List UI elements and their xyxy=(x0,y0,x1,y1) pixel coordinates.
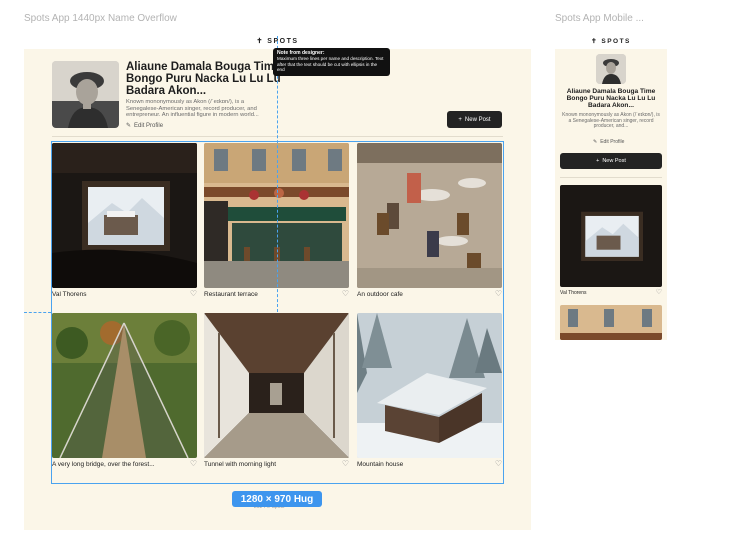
plus-icon: + xyxy=(596,158,600,164)
profile-bio: Known mononymously as Akon (/ˈeɪkɒn/), i… xyxy=(126,99,259,119)
pencil-icon: ✎ xyxy=(126,123,132,129)
card-caption: A very long bridge, over the forest... xyxy=(52,461,155,468)
card-caption: Val Thorens xyxy=(560,290,587,296)
cafe-icon[interactable] xyxy=(357,143,502,288)
card[interactable]: An outdoor cafe ♡ xyxy=(357,143,502,303)
storefront-icon[interactable] xyxy=(560,305,662,340)
card[interactable] xyxy=(560,305,662,340)
card-caption: Val Thorens xyxy=(52,291,87,298)
card[interactable]: Val Thorens ♡ xyxy=(52,143,197,303)
profile-bio: Known mononymously as Akon (/ˈeɪkɒn/), i… xyxy=(562,112,660,130)
header-bar: ✝ SPOTS xyxy=(555,33,667,49)
new-post-button[interactable]: + New Post xyxy=(447,111,502,128)
logo[interactable]: ✝ SPOTS xyxy=(591,37,631,45)
card-caption: Mountain house xyxy=(357,461,404,468)
size-badge[interactable]: 1280 × 970 Hug xyxy=(232,491,322,507)
measure-guide xyxy=(24,312,51,313)
mountain-window-icon[interactable] xyxy=(52,143,197,288)
avatar xyxy=(52,61,119,128)
divider xyxy=(560,177,662,178)
mobile-frame[interactable]: ✝ SPOTS Aliaune Damala Bouga Time Bongo … xyxy=(555,33,667,340)
mountain-window-icon[interactable] xyxy=(560,185,662,287)
avatar xyxy=(596,54,626,84)
card[interactable]: A very long bridge, over the forest... ♡ xyxy=(52,313,197,473)
cabin-icon[interactable] xyxy=(357,313,502,458)
profile-name: Aliaune Damala Bouga Time Bongo Puru Nac… xyxy=(566,88,656,109)
designer-note[interactable]: Note from designer: Maximum three lines … xyxy=(273,48,390,76)
card[interactable]: Mountain house ♡ xyxy=(357,313,502,473)
card[interactable]: Val Thorens ♡ xyxy=(560,185,662,300)
heart-icon[interactable]: ♡ xyxy=(656,288,662,296)
heart-icon[interactable]: ♡ xyxy=(495,289,502,298)
mobile-frame-label[interactable]: Spots App Mobile ... xyxy=(555,13,644,24)
edit-profile-button[interactable]: ✎ Edit Profile xyxy=(126,122,163,130)
edit-profile-button[interactable]: ✎ Edit Profile xyxy=(593,139,624,145)
heart-icon[interactable]: ♡ xyxy=(342,289,349,298)
pencil-icon: ✎ xyxy=(593,139,598,145)
card-caption: Tunnel with morning light xyxy=(204,461,277,468)
card-caption: An outdoor cafe xyxy=(357,291,403,298)
new-post-button[interactable]: + New Post xyxy=(560,153,662,169)
card-caption: Restaurant terrace xyxy=(204,291,258,298)
heart-icon[interactable]: ♡ xyxy=(342,459,349,468)
desktop-frame-label[interactable]: Spots App 1440px Name Overflow xyxy=(24,13,177,24)
measure-guide xyxy=(277,36,278,312)
heart-icon[interactable]: ♡ xyxy=(190,459,197,468)
heart-icon[interactable]: ♡ xyxy=(190,289,197,298)
heart-icon[interactable]: ♡ xyxy=(495,459,502,468)
tunnel-icon[interactable] xyxy=(204,313,349,458)
card[interactable]: Tunnel with morning light ♡ xyxy=(204,313,349,473)
plus-icon: + xyxy=(458,116,462,123)
bridge-icon[interactable] xyxy=(52,313,197,458)
